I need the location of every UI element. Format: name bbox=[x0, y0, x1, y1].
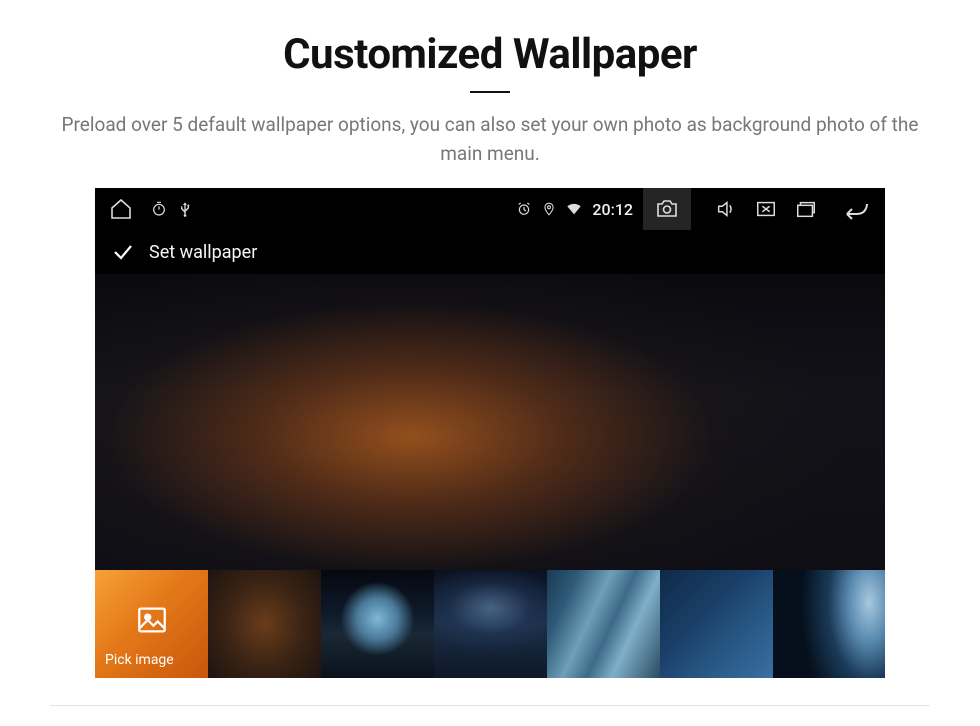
pick-image-button[interactable]: Pick image bbox=[95, 570, 208, 678]
wallpaper-thumb-6[interactable] bbox=[773, 570, 885, 678]
camera-icon bbox=[655, 197, 679, 221]
wallpaper-thumb-2[interactable] bbox=[321, 570, 434, 678]
wallpaper-thumb-1[interactable] bbox=[208, 570, 321, 678]
wallpaper-thumb-4[interactable] bbox=[547, 570, 660, 678]
device-screenshot: 20:12 Set wallpaper bbox=[95, 188, 885, 678]
location-icon bbox=[542, 202, 556, 216]
wallpaper-thumb-3[interactable] bbox=[434, 570, 547, 678]
stopwatch-icon bbox=[151, 201, 167, 217]
page-subtitle: Preload over 5 default wallpaper options… bbox=[40, 111, 940, 168]
back-icon[interactable] bbox=[841, 198, 871, 220]
wallpaper-thumb-5[interactable] bbox=[660, 570, 773, 678]
action-bar-title: Set wallpaper bbox=[149, 242, 257, 263]
checkmark-icon[interactable] bbox=[111, 240, 135, 264]
clock-time: 20:12 bbox=[592, 200, 633, 219]
status-bar: 20:12 bbox=[95, 188, 885, 230]
title-underline bbox=[470, 91, 510, 93]
wallpaper-thumbnails: Pick image bbox=[95, 570, 885, 678]
divider bbox=[50, 705, 930, 706]
close-icon[interactable] bbox=[755, 198, 777, 220]
home-icon[interactable] bbox=[109, 197, 133, 221]
wifi-icon bbox=[566, 201, 582, 217]
page-title: Customized Wallpaper bbox=[283, 30, 697, 79]
action-bar: Set wallpaper bbox=[95, 230, 885, 274]
screenshot-button[interactable] bbox=[643, 188, 691, 230]
usb-icon bbox=[177, 201, 193, 217]
wallpaper-preview bbox=[95, 274, 885, 570]
recent-apps-icon[interactable] bbox=[795, 198, 817, 220]
pick-image-label: Pick image bbox=[105, 652, 174, 668]
volume-icon[interactable] bbox=[715, 198, 737, 220]
alarm-icon bbox=[516, 201, 532, 217]
